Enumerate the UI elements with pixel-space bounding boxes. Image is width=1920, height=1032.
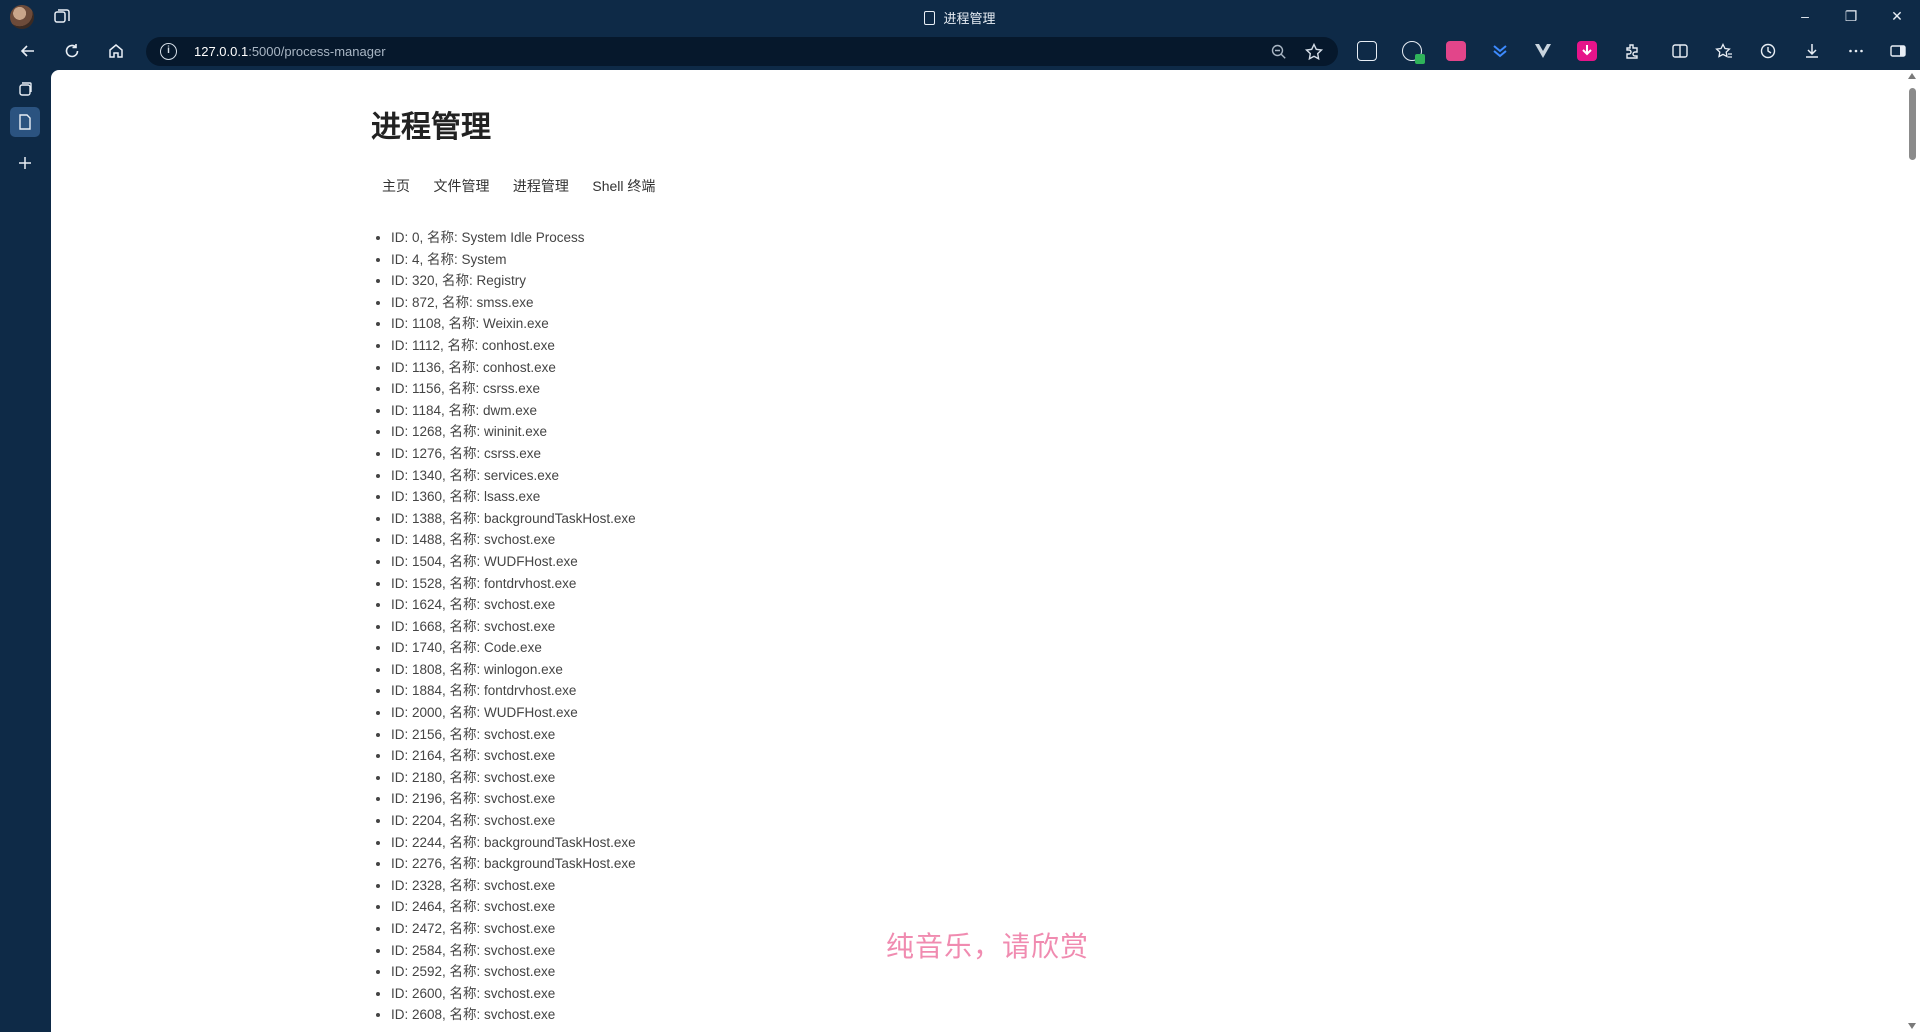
favorites-icon[interactable]	[1708, 36, 1740, 66]
process-list-item: ID: 2156, 名称: svchost.exe	[391, 724, 1271, 746]
process-list-item: ID: 2584, 名称: svchost.exe	[391, 940, 1271, 962]
process-list-item: ID: 2164, 名称: svchost.exe	[391, 745, 1271, 767]
page-viewport[interactable]: 进程管理 主页 文件管理 进程管理 Shell 终端 ID: 0, 名称: Sy…	[51, 70, 1920, 1032]
url-host: 127.0.0.1	[194, 44, 249, 59]
process-list-item: ID: 2328, 名称: svchost.exe	[391, 875, 1271, 897]
sidebar-toggle-icon[interactable]	[1882, 36, 1914, 66]
process-list-item: ID: 1388, 名称: backgroundTaskHost.exe	[391, 508, 1271, 530]
browser-toolbar: i 127.0.0.1:5000/process-manager	[0, 32, 1920, 70]
url-path: :5000/process-manager	[248, 44, 386, 59]
extensions-icon[interactable]	[1616, 36, 1648, 66]
process-list-item: ID: 1112, 名称: conhost.exe	[391, 335, 1271, 357]
process-list-item: ID: 2592, 名称: svchost.exe	[391, 961, 1271, 983]
translate-extension-icon[interactable]	[1446, 41, 1466, 61]
reader-extension-icon[interactable]	[1357, 41, 1377, 61]
refresh-button[interactable]	[56, 36, 88, 66]
watermark-text: 纯音乐，请欣赏	[886, 931, 1090, 962]
favorite-star-icon[interactable]	[1304, 42, 1324, 62]
tab-actions-icon[interactable]	[10, 74, 40, 104]
page-content: 进程管理 主页 文件管理 进程管理 Shell 终端 ID: 0, 名称: Sy…	[371, 110, 1271, 1026]
process-list-item: ID: 1668, 名称: svchost.exe	[391, 616, 1271, 638]
process-list-item: ID: 1808, 名称: winlogon.exe	[391, 659, 1271, 681]
tab-process-manager[interactable]	[10, 107, 40, 137]
process-list-item: ID: 2608, 名称: svchost.exe	[391, 1004, 1271, 1026]
process-list-item: ID: 2276, 名称: backgroundTaskHost.exe	[391, 853, 1271, 875]
address-bar[interactable]: i 127.0.0.1:5000/process-manager	[146, 37, 1338, 66]
download-helper-icon[interactable]	[1490, 41, 1510, 61]
globe-extension-icon[interactable]	[1402, 41, 1425, 64]
vertical-scrollbar[interactable]	[1904, 70, 1920, 1032]
downloads-icon[interactable]	[1796, 36, 1828, 66]
site-info-icon[interactable]: i	[160, 43, 177, 60]
vue-extension-icon[interactable]	[1533, 41, 1553, 61]
process-list-item: ID: 4, 名称: System	[391, 249, 1271, 271]
history-icon[interactable]	[1752, 36, 1784, 66]
process-list-item: ID: 2244, 名称: backgroundTaskHost.exe	[391, 832, 1271, 854]
process-list-item: ID: 1340, 名称: services.exe	[391, 465, 1271, 487]
home-button[interactable]	[100, 36, 132, 66]
more-menu-icon[interactable]	[1840, 36, 1872, 66]
new-tab-icon[interactable]	[10, 148, 40, 178]
process-list-item: ID: 2000, 名称: WUDFHost.exe	[391, 702, 1271, 724]
close-button[interactable]: ✕	[1874, 0, 1920, 32]
title-bar: 进程管理 – ❐ ✕	[0, 0, 1920, 32]
process-list-item: ID: 2472, 名称: svchost.exe	[391, 918, 1271, 940]
process-list-item: ID: 2464, 名称: svchost.exe	[391, 896, 1271, 918]
process-list-item: ID: 1108, 名称: Weixin.exe	[391, 313, 1271, 335]
process-list-item: ID: 872, 名称: smss.exe	[391, 292, 1271, 314]
process-list-item: ID: 320, 名称: Registry	[391, 270, 1271, 292]
scrollbar-thumb[interactable]	[1909, 88, 1916, 160]
process-list-item: ID: 1136, 名称: conhost.exe	[391, 357, 1271, 379]
process-list-item: ID: 1528, 名称: fontdrvhost.exe	[391, 573, 1271, 595]
process-list-item: ID: 1276, 名称: csrss.exe	[391, 443, 1271, 465]
window-title-text: 进程管理	[943, 11, 996, 26]
url-text[interactable]: 127.0.0.1:5000/process-manager	[194, 44, 386, 59]
vertical-tabs-sidebar	[0, 70, 51, 1032]
process-list-item: ID: 1184, 名称: dwm.exe	[391, 400, 1271, 422]
process-list-item: ID: 1268, 名称: wininit.exe	[391, 421, 1271, 443]
process-list-item: ID: 2180, 名称: svchost.exe	[391, 767, 1271, 789]
process-list-item: ID: 1624, 名称: svchost.exe	[391, 594, 1271, 616]
nav-link-process-manager[interactable]: 进程管理	[513, 178, 569, 194]
process-list-item: ID: 2600, 名称: svchost.exe	[391, 983, 1271, 1005]
process-list-item: ID: 1488, 名称: svchost.exe	[391, 529, 1271, 551]
nav-menu: 主页 文件管理 进程管理 Shell 终端	[371, 176, 1271, 196]
nav-link-home[interactable]: 主页	[382, 178, 410, 194]
scroll-up-arrow-icon[interactable]	[1908, 73, 1916, 79]
nav-link-shell-terminal[interactable]: Shell 终端	[592, 178, 655, 194]
scroll-down-arrow-icon[interactable]	[1908, 1023, 1916, 1029]
page-title: 进程管理	[371, 111, 491, 144]
zoom-out-icon[interactable]	[1270, 43, 1288, 61]
nav-link-file-manager[interactable]: 文件管理	[433, 178, 489, 194]
minimize-button[interactable]: –	[1782, 0, 1828, 32]
process-list-item: ID: 1156, 名称: csrss.exe	[391, 378, 1271, 400]
process-list-item: ID: 1504, 名称: WUDFHost.exe	[391, 551, 1271, 573]
process-list-item: ID: 0, 名称: System Idle Process	[391, 227, 1271, 249]
split-screen-icon[interactable]	[1664, 36, 1696, 66]
process-list-item: ID: 1360, 名称: lsass.exe	[391, 486, 1271, 508]
process-list: ID: 0, 名称: System Idle ProcessID: 4, 名称:…	[371, 227, 1271, 1026]
window-title: 进程管理	[0, 8, 1920, 27]
restore-button[interactable]: ❐	[1828, 0, 1874, 32]
downloader-extension-icon[interactable]	[1577, 41, 1597, 61]
back-button[interactable]	[12, 36, 44, 66]
process-list-item: ID: 2204, 名称: svchost.exe	[391, 810, 1271, 832]
process-list-item: ID: 2196, 名称: svchost.exe	[391, 788, 1271, 810]
page-icon	[924, 11, 936, 25]
process-list-item: ID: 1740, 名称: Code.exe	[391, 637, 1271, 659]
process-list-item: ID: 1884, 名称: fontdrvhost.exe	[391, 680, 1271, 702]
